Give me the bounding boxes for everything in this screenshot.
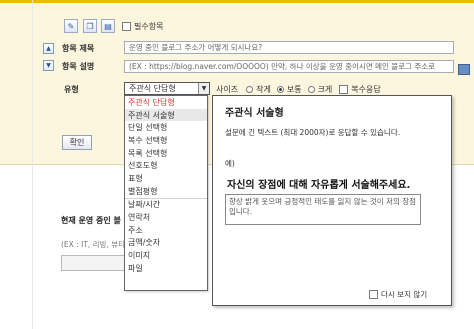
dropdown-item[interactable]: 주관식 단답형 [125, 96, 207, 109]
delete-icon[interactable]: ▤ [101, 19, 115, 33]
dropdown-item[interactable]: 주관식 서술형 [125, 108, 207, 122]
multi-answer-checkbox[interactable] [339, 85, 349, 94]
next-question-title: 현재 운영 중인 블 [61, 216, 121, 225]
next-question-hint: (EX : IT, 리빙, 뷰티 [61, 240, 126, 249]
dropdown-item[interactable]: 별점평형 [125, 185, 207, 198]
dropdown-item[interactable]: 복수 선택형 [125, 134, 207, 147]
dropdown-item[interactable]: 목록 선택형 [125, 147, 207, 160]
tooltip-title: 주관식 서술형 [225, 108, 284, 119]
tooltip-example-label: 예) [225, 159, 235, 168]
dropdown-item[interactable]: 날짜/시간 [125, 199, 207, 212]
type-preview-tooltip: 주관식 서술형 설문에 긴 텍스트 (최대 2000자)로 응답할 수 있습니다… [212, 95, 452, 306]
move-up-button[interactable]: ▲ [43, 43, 54, 54]
multi-answer-label: 복수응답 [351, 85, 381, 94]
size-label: 사이즈 [216, 85, 239, 94]
size-options: 사이즈 작게 보통 크게 복수응답 [216, 84, 381, 95]
dropdown-item[interactable]: 단일 선택형 [125, 121, 207, 134]
required-toggle[interactable]: 필수항목 [122, 21, 163, 32]
size-medium-radio[interactable] [276, 86, 284, 93]
type-select[interactable]: 주관식 단답형 ▼ [124, 82, 210, 95]
dont-show-again[interactable]: 다시 보지 않기 [369, 289, 427, 300]
copy-icon[interactable]: ❐ [83, 19, 97, 33]
description-input-value: (EX : https://blog.naver.com/OOOOO) 만약, … [129, 62, 436, 71]
edit-pencil-icon[interactable]: ✎ [64, 19, 78, 33]
type-label: 유형 [64, 85, 79, 94]
required-label: 필수항목 [134, 22, 164, 31]
next-question-input[interactable] [61, 255, 129, 271]
tooltip-example-question: 자신의 장점에 대해 자유롭게 서술해주세요. [227, 180, 411, 191]
type-dropdown-list: 주관식 단답형 주관식 서술형 단일 선택형 복수 선택형 목록 선택형 선호도… [124, 95, 208, 291]
left-gutter-line [32, 0, 33, 329]
confirm-button[interactable]: 확인 [62, 135, 92, 150]
dropdown-item[interactable]: 표형 [125, 172, 207, 185]
size-small-label: 작게 [256, 85, 271, 94]
size-large-radio[interactable] [307, 86, 315, 93]
required-checkbox[interactable] [122, 22, 131, 31]
size-large-label: 크게 [317, 85, 333, 94]
top-accent-stripe [0, 0, 474, 3]
dropdown-item[interactable]: 주소 [125, 224, 207, 237]
size-medium-label: 보통 [286, 85, 302, 94]
dont-show-again-checkbox[interactable] [369, 290, 378, 299]
dropdown-item[interactable]: 연락처 [125, 211, 207, 224]
description-label: 항목 설명 [62, 62, 95, 71]
title-input-value: 운영 중인 블로그 주소가 어떻게 되시나요? [129, 43, 263, 52]
description-input[interactable]: (EX : https://blog.naver.com/OOOOO) 만약, … [124, 60, 454, 73]
chevron-down-icon[interactable]: ▼ [198, 83, 209, 94]
dropdown-item[interactable]: 금액/숫자 [125, 237, 207, 250]
dropdown-item[interactable]: 파일 [125, 262, 207, 275]
title-input[interactable]: 운영 중인 블로그 주소가 어떻게 되시나요? [124, 41, 454, 54]
dropdown-item[interactable]: 선호도형 [125, 159, 207, 172]
title-label: 항목 제목 [62, 44, 95, 53]
image-attach-icon[interactable] [458, 64, 470, 75]
move-down-button[interactable]: ▼ [43, 60, 54, 71]
dont-show-again-label: 다시 보지 않기 [381, 290, 428, 299]
tooltip-description: 설문에 긴 텍스트 (최대 2000자)로 응답할 수 있습니다. [225, 128, 401, 137]
size-small-radio[interactable] [246, 86, 254, 93]
dropdown-item[interactable]: 이미지 [125, 249, 207, 262]
tooltip-example-answer: 항상 밝게 웃으며 긍정적인 태도를 잃지 않는 것이 저의 장점입니다. [225, 194, 421, 225]
type-select-value: 주관식 단답형 [129, 84, 176, 93]
